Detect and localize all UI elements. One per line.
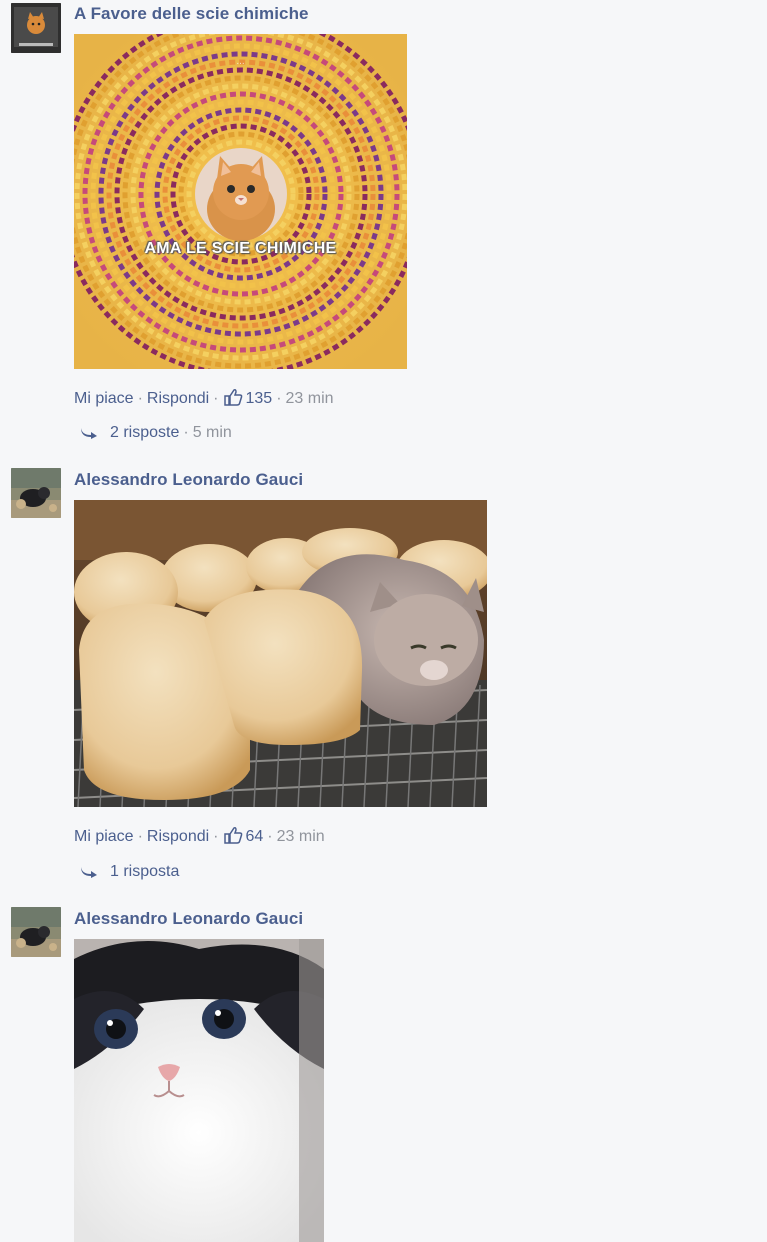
replies-time: 5 min <box>192 424 232 441</box>
comment-author[interactable]: A Favore delle scie chimiche <box>74 4 309 24</box>
comment-author[interactable]: Alessandro Leonardo Gauci <box>74 470 303 490</box>
comment-author[interactable]: Alessandro Leonardo Gauci <box>74 909 303 929</box>
view-replies-link[interactable]: 2 risposte · 5 min <box>78 424 232 442</box>
image-caption: AMA LE SCIE CHIMICHE <box>144 240 337 257</box>
reply-button[interactable]: Rispondi <box>147 828 209 845</box>
reply-arrow-icon <box>81 867 97 878</box>
cat-avatar-icon[interactable] <box>11 907 61 957</box>
comment-photo[interactable] <box>74 939 324 1242</box>
replies-count: 1 risposta <box>110 863 180 880</box>
image-watermark: ... <box>236 56 245 67</box>
view-replies-link[interactable]: 1 risposta <box>78 863 179 881</box>
like-count[interactable]: 64 <box>223 827 263 845</box>
comment-time: 23 min <box>276 828 325 845</box>
orange-cat-avatar-icon[interactable] <box>11 3 61 53</box>
comment-actions: Mi piace · Rispondi · 64 · 23 min <box>74 827 325 845</box>
like-button[interactable]: Mi piace <box>74 390 134 407</box>
like-button[interactable]: Mi piace <box>74 828 134 845</box>
like-count[interactable]: 135 <box>223 389 272 407</box>
thumbs-up-icon <box>223 389 242 406</box>
thumbs-up-icon <box>223 827 242 844</box>
reply-arrow-icon <box>81 428 97 439</box>
cat-avatar-icon[interactable] <box>11 468 61 518</box>
comment-actions: Mi piace · Rispondi · 135 · 23 min <box>74 389 334 407</box>
comment-photo[interactable] <box>74 500 487 807</box>
comment-time: 23 min <box>285 390 334 407</box>
comment-photo[interactable]: AMA LE SCIE CHIMICHE ... <box>74 34 407 369</box>
reply-button[interactable]: Rispondi <box>147 390 209 407</box>
replies-count: 2 risposte <box>110 424 180 441</box>
